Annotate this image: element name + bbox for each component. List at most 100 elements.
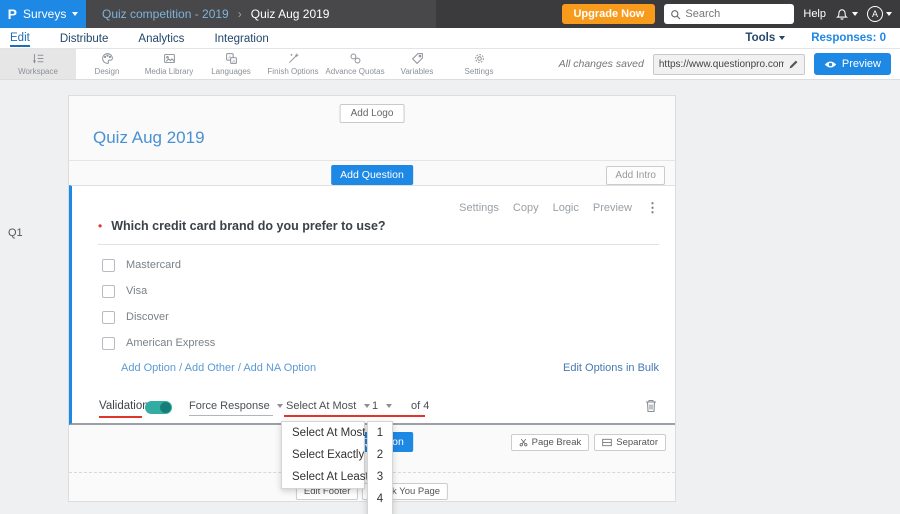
edit-options-in-bulk-link[interactable]: Edit Options in Bulk xyxy=(563,362,659,374)
scissors-icon xyxy=(519,438,527,447)
option-checkbox[interactable] xyxy=(102,284,115,298)
option-label[interactable]: American Express xyxy=(126,337,215,349)
add-other-link[interactable]: Add Other xyxy=(185,362,235,374)
avatar: A xyxy=(867,6,883,22)
help-link[interactable]: Help xyxy=(803,8,826,20)
toolbar-item-languages[interactable]: A A Languages xyxy=(200,49,262,79)
tools-menu[interactable]: Tools xyxy=(745,32,786,44)
validation-red-underline xyxy=(99,416,142,418)
add-intro-button[interactable]: Add Intro xyxy=(606,166,665,185)
topbar-right: Upgrade Now Help A xyxy=(562,4,900,24)
force-response-dropdown[interactable]: Force Response xyxy=(189,400,283,412)
option-label[interactable]: Mastercard xyxy=(126,259,181,271)
dropdown-item-count-4[interactable]: 4 xyxy=(368,488,392,514)
add-question-button-top[interactable]: Add Question xyxy=(331,165,413,185)
surveys-menu[interactable]: P Surveys xyxy=(0,0,86,28)
option-checkbox[interactable] xyxy=(102,310,115,324)
delete-question-button[interactable] xyxy=(645,399,657,418)
option-checkbox[interactable] xyxy=(102,258,115,272)
survey-title[interactable]: Quiz Aug 2019 xyxy=(93,128,205,148)
option-label[interactable]: Discover xyxy=(126,311,169,323)
page-break-button[interactable]: Page Break xyxy=(510,434,590,451)
question-settings-link[interactable]: Settings xyxy=(459,202,499,214)
breadcrumb-parent[interactable]: Quiz competition - 2019 xyxy=(102,7,229,21)
account-menu[interactable]: A xyxy=(867,6,892,22)
editor-page: Q1 Add Logo Quiz Aug 2019 Add Question A… xyxy=(0,80,900,514)
tab-distribute[interactable]: Distribute xyxy=(60,31,109,46)
nav-right: Tools Responses: 0 xyxy=(745,32,890,44)
trash-icon xyxy=(646,399,656,413)
breadcrumb-separator: › xyxy=(237,7,242,21)
chevron-down-icon xyxy=(852,12,858,16)
toolbar-item-advance-quotas[interactable]: Advance Quotas xyxy=(324,49,386,79)
toolbar-item-finish-options[interactable]: Finish Options xyxy=(262,49,324,79)
tab-edit[interactable]: Edit xyxy=(10,30,30,47)
search-box[interactable] xyxy=(664,4,795,24)
upgrade-now-button[interactable]: Upgrade Now xyxy=(562,4,656,24)
link-separator: / xyxy=(237,362,241,374)
dropdown-item-count-1[interactable]: 1 xyxy=(368,422,392,444)
toolbar-item-settings[interactable]: Settings xyxy=(448,49,510,79)
force-response-underline xyxy=(189,415,273,416)
force-response-value: Force Response xyxy=(189,400,270,412)
workspace-icon xyxy=(32,54,43,64)
toolbar-item-media-library[interactable]: Media Library xyxy=(138,49,200,79)
quota-links-icon xyxy=(350,53,360,64)
save-status: All changes saved xyxy=(558,58,644,70)
dropdown-item-select-at-least[interactable]: Select At Least xyxy=(282,466,369,488)
separator-label: Separator xyxy=(616,437,658,448)
edit-pencil-icon[interactable] xyxy=(788,59,799,70)
add-na-option-link[interactable]: Add NA Option xyxy=(243,362,316,374)
option-links: Add Option / Add Other / Add NA Option xyxy=(121,362,316,374)
option-checkbox[interactable] xyxy=(102,336,115,350)
dropdown-item-count-3[interactable]: 3 xyxy=(368,466,392,488)
toggle-knob xyxy=(160,402,171,413)
preview-button[interactable]: Preview xyxy=(813,53,891,75)
search-input[interactable] xyxy=(685,8,789,20)
validation-toggle[interactable] xyxy=(145,401,172,414)
answer-options: Mastercard Visa Discover American Expres… xyxy=(102,257,215,361)
page-tools: Page Break Separator xyxy=(510,434,666,451)
add-logo-button[interactable]: Add Logo xyxy=(339,104,405,123)
question-copy-link[interactable]: Copy xyxy=(513,202,539,214)
bell-icon xyxy=(835,9,849,20)
validation-count-dropdown[interactable]: 1 xyxy=(372,400,393,412)
validation-rule-dropdown[interactable]: Select At Most xyxy=(286,400,371,412)
dropdown-item-select-exactly[interactable]: Select Exactly xyxy=(282,444,364,466)
toolbar-item-label: Finish Options xyxy=(267,67,319,76)
add-option-link[interactable]: Add Option xyxy=(121,362,176,374)
toolbar-item-workspace[interactable]: Workspace xyxy=(0,49,76,79)
magic-wand-icon xyxy=(288,53,298,63)
gear-icon xyxy=(474,54,484,63)
eye-icon xyxy=(824,60,837,68)
notifications-menu[interactable] xyxy=(835,7,858,21)
question-text[interactable]: Which credit card brand do you prefer to… xyxy=(111,219,385,233)
responses-count[interactable]: Responses: 0 xyxy=(811,32,886,44)
chevron-down-icon xyxy=(276,404,283,408)
question-preview-link[interactable]: Preview xyxy=(593,202,632,214)
validation-count-value: 1 xyxy=(372,400,379,412)
dropdown-item-count-2[interactable]: 2 xyxy=(368,444,392,466)
survey-url-field[interactable] xyxy=(658,58,784,70)
validation-row: Validation Force Response Select At Most… xyxy=(99,397,659,421)
tag-icon xyxy=(411,53,423,65)
dropdown-item-select-at-most[interactable]: Select At Most xyxy=(282,422,366,444)
separator-button[interactable]: Separator xyxy=(594,434,666,451)
toolbar-item-label: Languages xyxy=(211,67,251,76)
surveys-menu-label: Surveys xyxy=(22,7,67,21)
toolbar-item-design[interactable]: Design xyxy=(76,49,138,79)
question-underline xyxy=(98,244,659,245)
toolbar-item-label: Settings xyxy=(464,67,494,76)
survey-url-box[interactable] xyxy=(652,53,805,75)
question-actions: Settings Copy Logic Preview ⋮ xyxy=(459,200,659,216)
question-text-row: • Which credit card brand do you prefer … xyxy=(98,219,386,233)
option-row: American Express xyxy=(102,335,215,351)
option-label[interactable]: Visa xyxy=(126,285,147,297)
toolbar: Workspace Design Media Library A A Langu… xyxy=(0,49,900,80)
palette-icon xyxy=(101,53,113,64)
tab-analytics[interactable]: Analytics xyxy=(138,31,184,46)
tab-integration[interactable]: Integration xyxy=(214,31,268,46)
question-logic-link[interactable]: Logic xyxy=(553,202,579,214)
toolbar-item-variables[interactable]: Variables xyxy=(386,49,448,79)
kebab-menu-icon[interactable]: ⋮ xyxy=(646,200,659,216)
